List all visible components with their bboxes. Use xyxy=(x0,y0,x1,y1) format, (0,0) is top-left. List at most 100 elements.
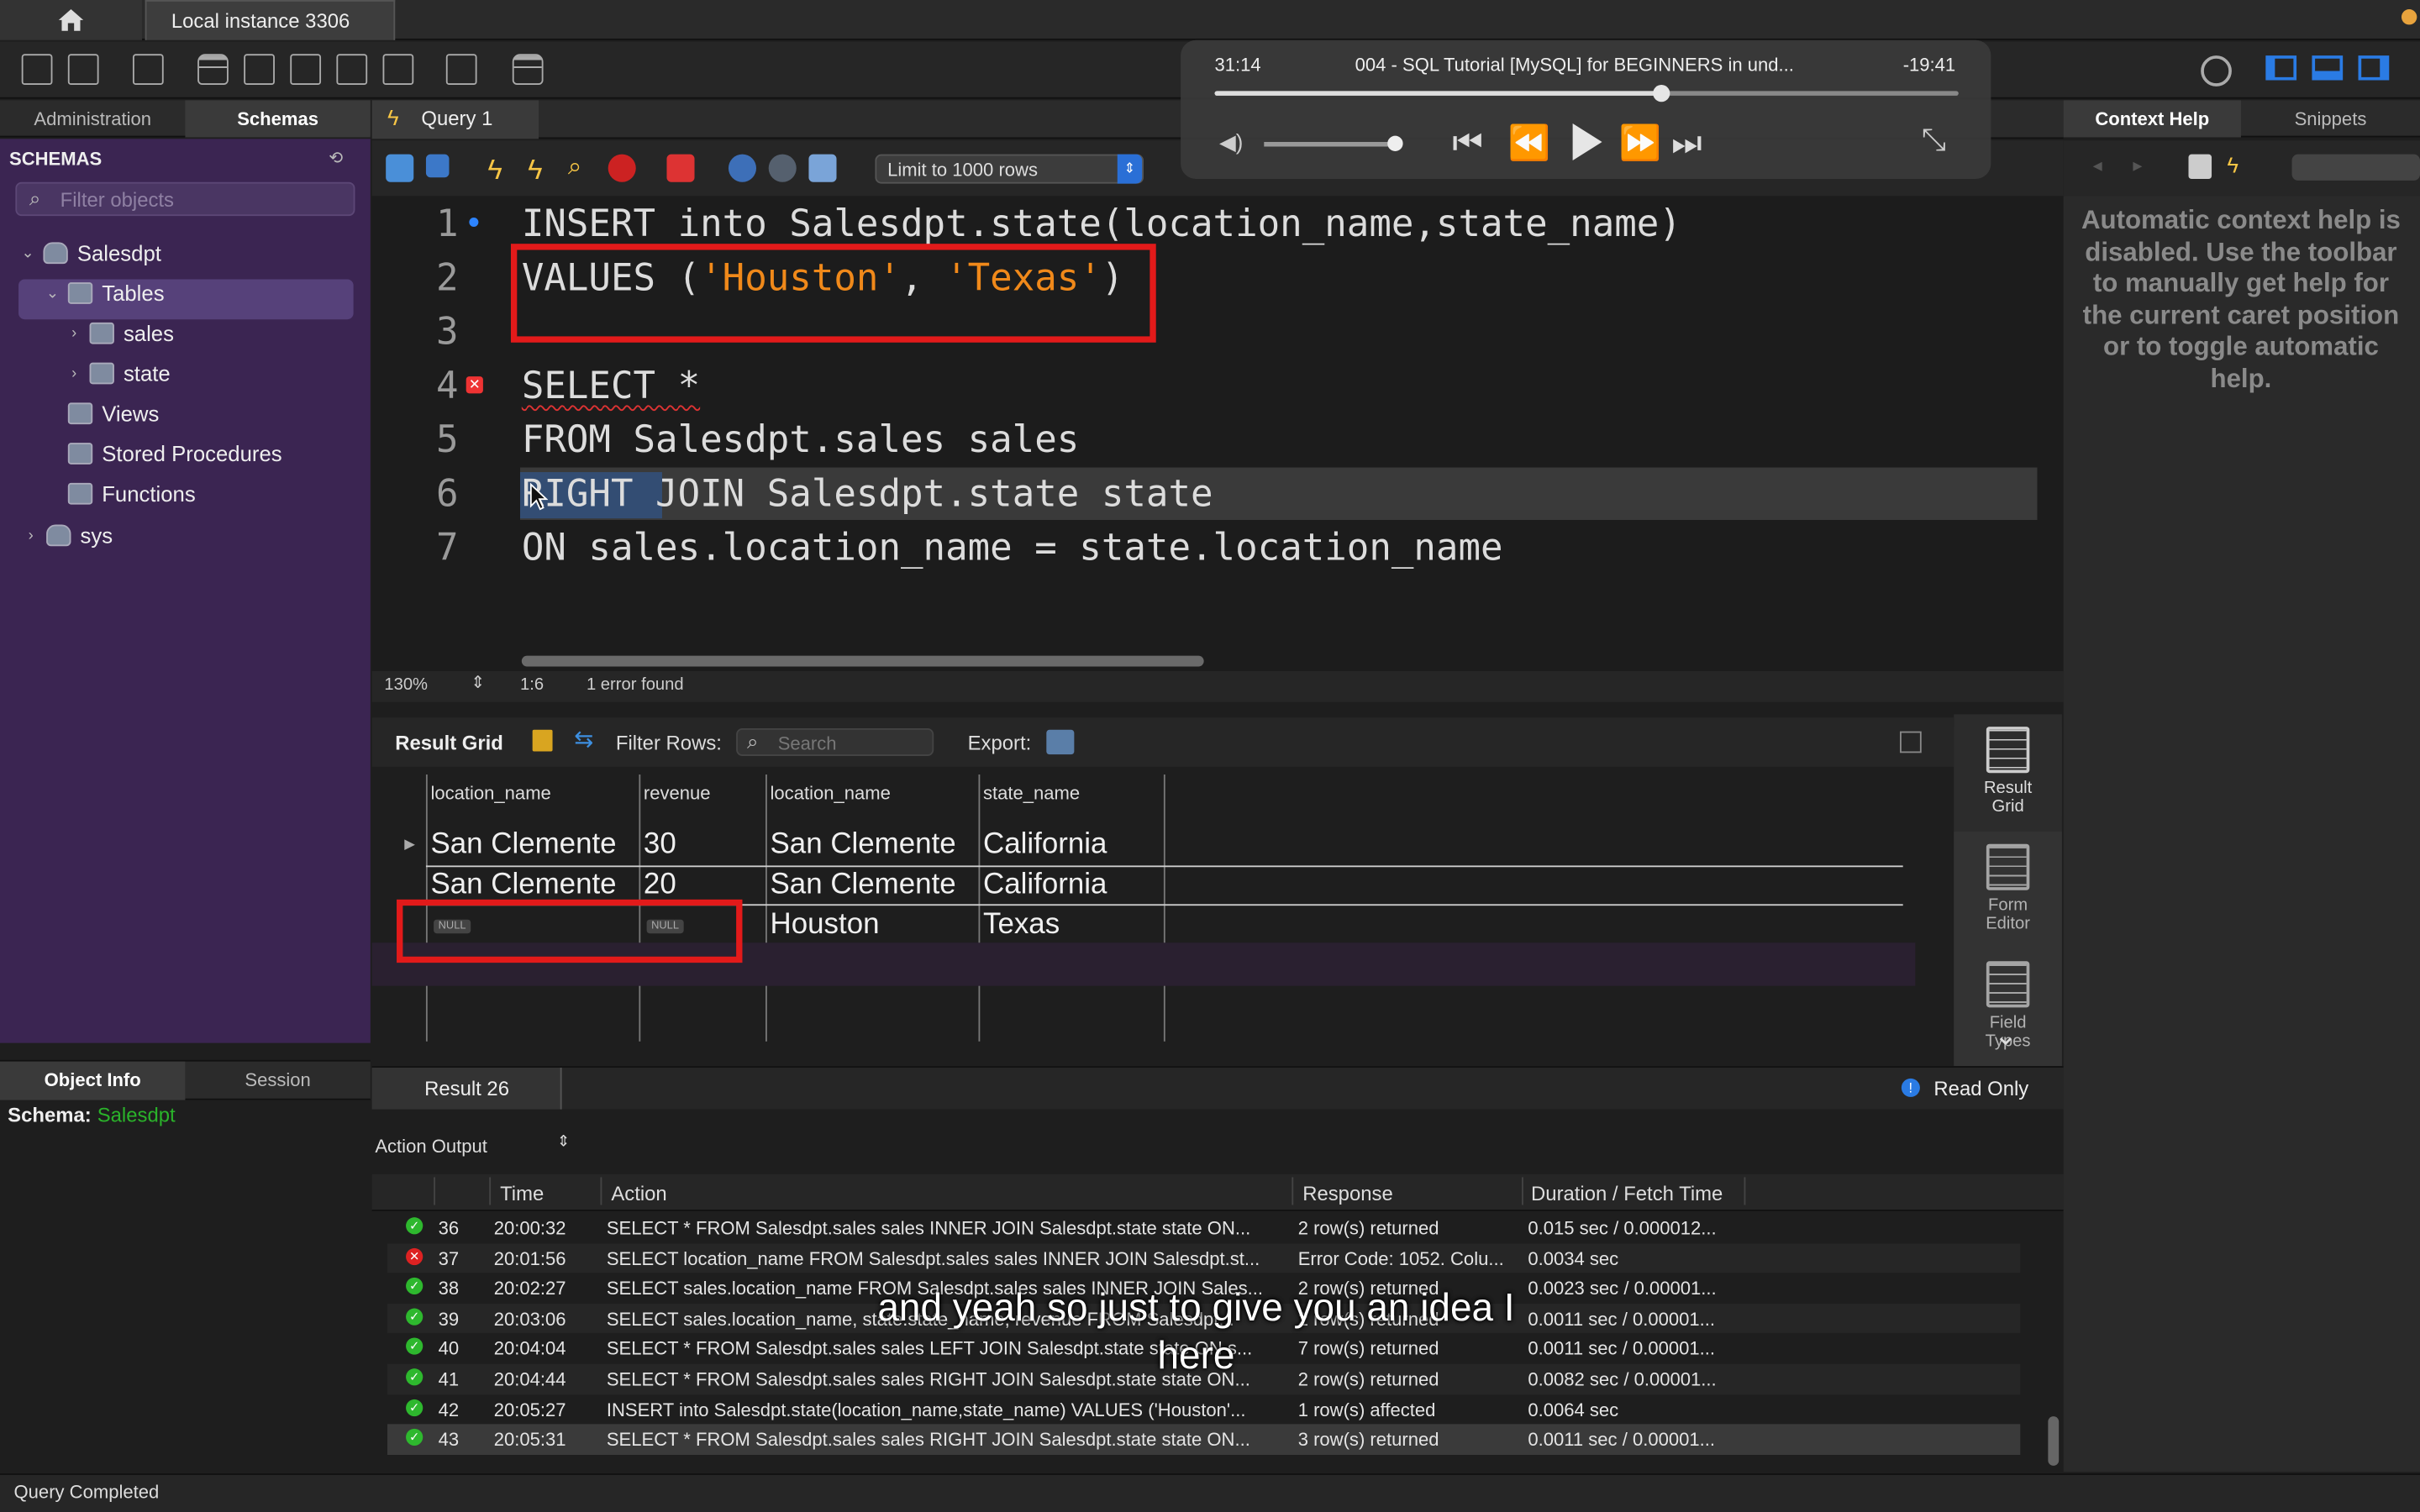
table-row[interactable]: ✓ 42 20:05:27 INSERT into Salesdpt.state(lo… xyxy=(387,1394,2020,1425)
wrap-cell-icon[interactable] xyxy=(1900,731,1922,753)
inspector-icon[interactable] xyxy=(132,54,164,86)
skip-forward-icon[interactable]: ⏭ xyxy=(1671,123,1702,164)
table-cell[interactable]: San Clemente xyxy=(430,828,616,862)
chevron-right-icon[interactable]: › xyxy=(65,365,83,381)
progress-slider[interactable] xyxy=(1214,85,1959,102)
volume-slider[interactable] xyxy=(1264,135,1403,152)
table-cell[interactable]: San Clemente xyxy=(430,869,616,902)
volume-icon[interactable]: ◀) xyxy=(1219,129,1243,155)
table-cell[interactable]: 20 xyxy=(644,869,676,902)
create-view-icon[interactable] xyxy=(290,54,322,86)
table-cell[interactable]: San Clemente xyxy=(771,828,956,862)
back-icon[interactable]: ◂ xyxy=(2093,155,2102,176)
column-header[interactable]: location_name xyxy=(771,782,891,804)
save-icon[interactable] xyxy=(425,154,450,178)
new-query-file-icon[interactable] xyxy=(21,54,53,86)
filter-objects-input[interactable]: ⌕ Filter objects xyxy=(15,181,355,217)
scrollbar-thumb[interactable] xyxy=(2048,1416,2060,1466)
tree-item-salesdpt[interactable]: ⌄ Salesdpt xyxy=(18,234,161,271)
tree-item-sys[interactable]: › sys xyxy=(22,517,113,554)
tree-item-sales[interactable]: › sales xyxy=(65,315,174,352)
column-header[interactable]: Duration / Fetch Time xyxy=(1531,1182,1723,1205)
tab-session[interactable]: Session xyxy=(185,1062,370,1100)
create-schema-icon[interactable] xyxy=(197,54,229,86)
fast-forward-icon[interactable]: ⏩ xyxy=(1619,123,1661,164)
create-procedure-icon[interactable] xyxy=(336,54,368,86)
progress-knob[interactable] xyxy=(1653,85,1670,102)
table-cell[interactable]: Houston xyxy=(771,909,880,942)
column-header[interactable]: state_name xyxy=(983,782,1080,804)
limit-rows-select[interactable]: Limit to 1000 rows ⇕ xyxy=(875,154,1144,184)
table-cell[interactable]: Texas xyxy=(983,909,1060,942)
table-cell[interactable]: 30 xyxy=(644,828,676,862)
table-row[interactable]: ✓ 43 20:05:31 SELECT * FROM Salesdpt.sales … xyxy=(387,1424,2021,1455)
result-grid[interactable]: location_name revenue location_name stat… xyxy=(371,769,1931,1042)
tab-snippets[interactable]: Snippets xyxy=(2241,100,2420,137)
execute-icon[interactable]: ϟ xyxy=(487,155,515,186)
play-icon[interactable] xyxy=(1570,122,1603,162)
toggle-output-icon[interactable] xyxy=(2312,55,2344,81)
vertical-scrollbar[interactable] xyxy=(2042,1212,2064,1467)
tab-object-info[interactable]: Object Info xyxy=(0,1061,186,1100)
chevron-right-icon[interactable]: › xyxy=(22,527,40,543)
reconnect-icon[interactable] xyxy=(512,54,544,86)
table-cell[interactable]: San Clemente xyxy=(771,869,956,902)
manual-help-icon[interactable] xyxy=(2188,154,2212,180)
zoom-stepper-icon[interactable]: ⇕ xyxy=(471,673,485,693)
chevron-down-icon[interactable]: ⌄ xyxy=(1994,1020,2018,1053)
home-tab[interactable] xyxy=(0,0,142,40)
tab-query-1[interactable]: ϟ Query 1 xyxy=(371,100,539,139)
tree-item-views[interactable]: Views xyxy=(43,395,159,432)
table-row[interactable]: ✕ 37 20:01:56 SELECT location_name FROM Sal… xyxy=(387,1242,2021,1273)
chevron-down-icon[interactable]: ⌄ xyxy=(18,244,37,261)
output-type-select[interactable]: Action Output ⇕ xyxy=(375,1134,576,1160)
toggle-sidebar-icon[interactable] xyxy=(2265,55,2297,81)
gear-icon[interactable] xyxy=(2201,55,2232,87)
tree-item-stored-procedures[interactable]: Stored Procedures xyxy=(43,435,282,472)
form-editor-tool[interactable]: Form Editor xyxy=(1954,843,2062,933)
column-header[interactable]: Action xyxy=(611,1182,666,1205)
sql-editor[interactable]: ✕ 1 2 3 4 5 6 7 INSERT into Salesdpt.sta… xyxy=(371,196,2064,671)
column-header[interactable]: Time xyxy=(500,1182,544,1205)
table-cell[interactable]: California xyxy=(983,869,1107,902)
table-row[interactable]: ✓ 36 20:00:32 SELECT * FROM Salesdpt.sales … xyxy=(387,1213,2020,1243)
grid-view-icon[interactable] xyxy=(532,729,553,752)
topic-selector[interactable] xyxy=(2291,154,2420,181)
commit-icon[interactable] xyxy=(728,154,757,182)
tab-schemas[interactable]: Schemas xyxy=(185,100,371,138)
create-function-icon[interactable] xyxy=(382,54,414,86)
explain-icon[interactable]: ⌕ xyxy=(568,155,596,182)
horizontal-scrollbar[interactable] xyxy=(521,655,1204,667)
forward-icon[interactable]: ▸ xyxy=(2133,155,2142,176)
export-icon[interactable] xyxy=(1046,729,1075,755)
tree-item-tables[interactable]: ⌄ Tables xyxy=(43,275,165,312)
stop-icon[interactable] xyxy=(608,154,636,182)
connection-tab[interactable]: Local instance 3306 xyxy=(145,0,396,40)
column-header[interactable]: revenue xyxy=(644,782,711,804)
refresh-rows-icon[interactable]: ⇆ xyxy=(574,725,593,753)
execute-current-icon[interactable]: ϟ xyxy=(528,155,555,186)
toggle-secondary-sidebar-icon[interactable] xyxy=(2358,55,2390,81)
toggle-error-icon[interactable] xyxy=(666,154,695,182)
open-sql-script-icon[interactable] xyxy=(67,54,99,86)
zoom-level[interactable]: 130% xyxy=(384,675,428,694)
create-table-icon[interactable] xyxy=(244,54,275,86)
table-cell[interactable]: California xyxy=(983,828,1107,862)
rewind-icon[interactable]: ⏪ xyxy=(1507,123,1549,164)
rollback-icon[interactable] xyxy=(768,154,797,182)
result-grid-tool[interactable]: Result Grid xyxy=(1954,727,2062,816)
chevron-down-icon[interactable]: ⌄ xyxy=(43,285,61,302)
refresh-icon[interactable]: ⟲ xyxy=(329,148,343,168)
exit-fullscreen-icon[interactable]: ⤡ xyxy=(1922,123,1946,159)
tab-context-help[interactable]: Context Help xyxy=(2063,100,2241,138)
tree-item-functions[interactable]: Functions xyxy=(43,475,196,512)
column-header[interactable]: location_name xyxy=(430,782,550,804)
autocommit-icon[interactable] xyxy=(808,154,837,182)
volume-knob[interactable] xyxy=(1387,135,1403,152)
filter-rows-input[interactable]: ⌕ Search xyxy=(736,727,934,757)
open-file-icon[interactable] xyxy=(386,154,414,182)
tab-result-26[interactable]: Result 26 xyxy=(371,1068,562,1110)
tab-administration[interactable]: Administration xyxy=(0,100,185,137)
skip-back-icon[interactable]: ⏮ xyxy=(1452,123,1482,164)
column-header[interactable]: Response xyxy=(1302,1182,1393,1205)
